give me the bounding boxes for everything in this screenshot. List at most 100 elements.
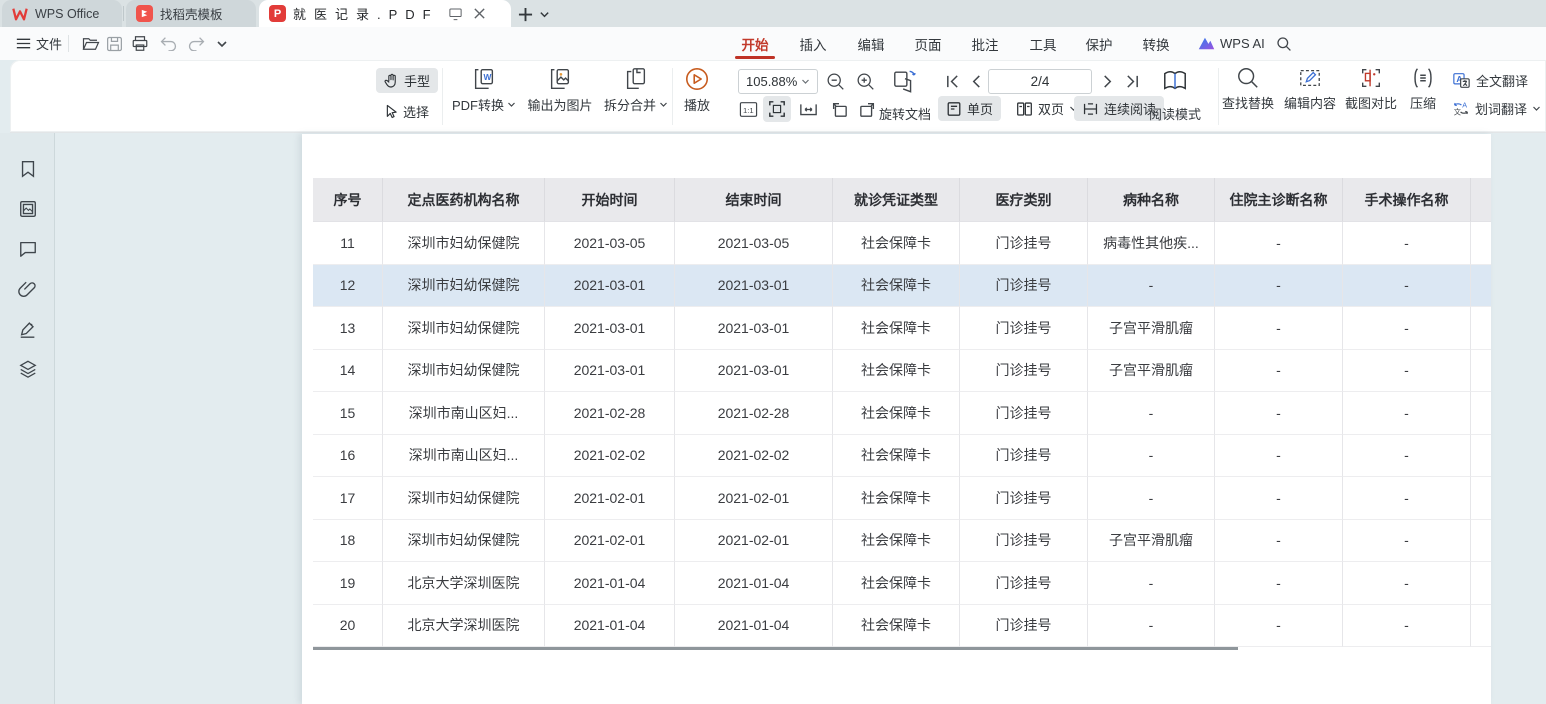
- actual-size-button[interactable]: 1:1: [736, 98, 760, 120]
- table-cell: 门诊挂号: [960, 605, 1088, 648]
- pdf-convert-label: PDF转换: [452, 95, 504, 114]
- menu-item-annotate[interactable]: 批注: [963, 27, 1007, 60]
- previous-page-button[interactable]: [965, 69, 987, 94]
- zoom-out-button[interactable]: [822, 69, 848, 94]
- zoom-level-select[interactable]: 105.88%: [738, 69, 818, 94]
- comment-icon[interactable]: [18, 239, 38, 259]
- pdf-page[interactable]: 序号定点医药机构名称开始时间结束时间就诊凭证类型医疗类别病种名称住院主诊断名称手…: [302, 134, 1491, 704]
- fit-page-button[interactable]: [763, 96, 791, 122]
- header-cell: 病种名称: [1088, 178, 1215, 222]
- table-cell: [1471, 605, 1491, 648]
- rotate-document-icon: [892, 69, 918, 94]
- table-cell: 门诊挂号: [960, 435, 1088, 478]
- table-cell: 社会保障卡: [833, 392, 960, 435]
- quickbar-chevron-icon[interactable]: [216, 27, 228, 60]
- book-open-icon: [1162, 69, 1188, 93]
- redo-button[interactable]: [188, 27, 205, 60]
- full-text-translate-button[interactable]: A 全文翻译: [1452, 71, 1528, 90]
- attachment-icon[interactable]: [18, 279, 38, 299]
- export-image-label: 输出为图片: [527, 95, 592, 114]
- rotate-left-button[interactable]: [826, 98, 852, 120]
- menu-item-page[interactable]: 页面: [906, 27, 950, 60]
- first-page-button[interactable]: [940, 69, 964, 94]
- table-cell: -: [1215, 520, 1343, 563]
- table-row: 12深圳市妇幼保健院2021-03-012021-03-01社会保障卡门诊挂号-…: [313, 265, 1491, 308]
- menu-search-button[interactable]: [1276, 27, 1292, 60]
- table-cell: 2021-02-02: [545, 435, 675, 478]
- layers-icon[interactable]: [18, 359, 38, 379]
- wps-logo-icon: [12, 7, 28, 21]
- select-tool-button[interactable]: 选择: [376, 99, 437, 124]
- print-button[interactable]: [131, 27, 149, 60]
- last-page-button[interactable]: [1120, 69, 1144, 94]
- word-translate-button[interactable]: 文A 划词翻译: [1452, 99, 1541, 118]
- bookmark-icon[interactable]: [18, 159, 38, 179]
- menu-item-insert[interactable]: 插入: [791, 27, 835, 60]
- close-tab-icon[interactable]: [473, 7, 486, 20]
- menu-bar: 文件 开始 插入 编辑 页面 批注 工具 保护 转换: [0, 27, 1546, 60]
- tab-docer-templates[interactable]: 找稻壳模板: [126, 0, 256, 27]
- table-cell: -: [1343, 477, 1471, 520]
- table-cell: -: [1343, 605, 1471, 648]
- menu-item-tools[interactable]: 工具: [1021, 27, 1065, 60]
- menu-item-edit[interactable]: 编辑: [849, 27, 893, 60]
- table-cell: 17: [313, 477, 383, 520]
- pdf-convert-button[interactable]: W PDF转换: [442, 66, 526, 114]
- thumbnail-icon[interactable]: [18, 199, 38, 219]
- zoom-in-button[interactable]: [852, 69, 878, 94]
- table-cell: -: [1215, 307, 1343, 350]
- single-page-label: 单页: [967, 99, 993, 118]
- table-cell: 2021-02-01: [675, 477, 833, 520]
- play-icon: [684, 66, 710, 92]
- table-row: 19北京大学深圳医院2021-01-042021-01-04社会保障卡门诊挂号-…: [313, 562, 1491, 605]
- wps-ai-button[interactable]: WPS AI: [1198, 27, 1265, 60]
- full-translate-label: 全文翻译: [1476, 71, 1528, 90]
- rotate-document-label[interactable]: 旋转文档: [876, 104, 934, 123]
- fit-width-button[interactable]: [795, 98, 821, 120]
- page-number-input[interactable]: [988, 69, 1092, 94]
- menu-item-protect[interactable]: 保护: [1077, 27, 1121, 60]
- table-cell: 北京大学深圳医院: [383, 605, 545, 648]
- table-cell: -: [1343, 350, 1471, 393]
- header-cell: 序号: [313, 178, 383, 222]
- document-work-area: 序号定点医药机构名称开始时间结束时间就诊凭证类型医疗类别病种名称住院主诊断名称手…: [0, 133, 1546, 704]
- table-cell: 深圳市妇幼保健院: [383, 222, 545, 265]
- rotate-document-button[interactable]: [890, 67, 920, 95]
- table-cell: [1471, 307, 1491, 350]
- menu-item-convert[interactable]: 转换: [1134, 27, 1178, 60]
- table-row: 18深圳市妇幼保健院2021-02-012021-02-01社会保障卡门诊挂号子…: [313, 520, 1491, 563]
- open-file-button[interactable]: [82, 27, 100, 60]
- tab-list-chevron-icon[interactable]: [536, 6, 552, 22]
- read-mode-label[interactable]: 阅读模式: [1146, 104, 1204, 123]
- word-translate-icon: 文A: [1452, 100, 1470, 117]
- table-cell: 门诊挂号: [960, 477, 1088, 520]
- table-cell: 社会保障卡: [833, 350, 960, 393]
- new-tab-button[interactable]: [514, 3, 536, 25]
- export-as-image-button[interactable]: 输出为图片: [518, 66, 602, 114]
- table-cell: 社会保障卡: [833, 435, 960, 478]
- rotate-right-button[interactable]: [855, 98, 881, 120]
- save-button[interactable]: [106, 27, 123, 60]
- table-cell: 20: [313, 605, 383, 648]
- table-cell: -: [1088, 392, 1215, 435]
- next-page-button[interactable]: [1096, 69, 1118, 94]
- svg-text:文: 文: [1454, 107, 1461, 116]
- export-image-icon: [547, 66, 573, 92]
- file-menu-button[interactable]: 文件: [16, 27, 62, 60]
- table-cell: -: [1343, 307, 1471, 350]
- save-icon: [106, 36, 123, 52]
- hand-tool-label: 手型: [404, 71, 430, 90]
- table-cell: 2021-01-04: [545, 562, 675, 605]
- play-button[interactable]: 播放: [655, 66, 739, 114]
- table-cell: -: [1343, 520, 1471, 563]
- signature-icon[interactable]: [18, 319, 38, 339]
- read-mode-button[interactable]: [1160, 67, 1190, 95]
- tab-medical-record-pdf[interactable]: P 就医记录.PDF: [259, 0, 511, 27]
- single-page-button[interactable]: 单页: [938, 96, 1001, 121]
- hand-tool-button[interactable]: 手型: [376, 68, 438, 93]
- undo-button[interactable]: [160, 27, 177, 60]
- double-page-icon: [1016, 101, 1033, 117]
- table-cell: 门诊挂号: [960, 307, 1088, 350]
- send-to-device-icon[interactable]: [448, 7, 463, 21]
- tab-wps-office[interactable]: WPS Office: [2, 0, 122, 27]
